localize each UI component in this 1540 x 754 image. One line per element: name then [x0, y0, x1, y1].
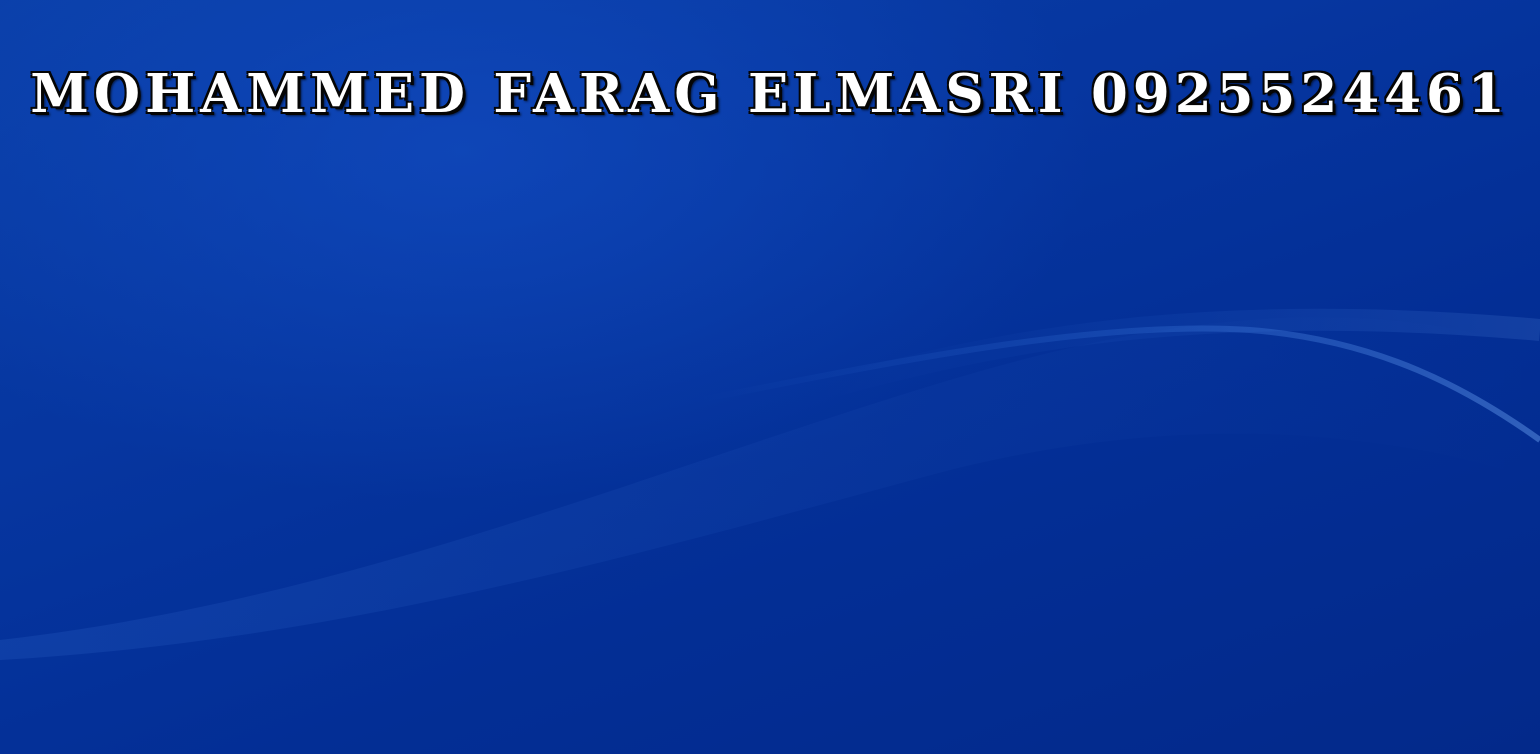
banner-title: MOHAMMED FARAG ELMASRI 0925524461 [29, 62, 1510, 126]
wallpaper-wave-band [0, 317, 1540, 660]
banner: MOHAMMED FARAG ELMASRI 0925524461 [0, 58, 1540, 138]
